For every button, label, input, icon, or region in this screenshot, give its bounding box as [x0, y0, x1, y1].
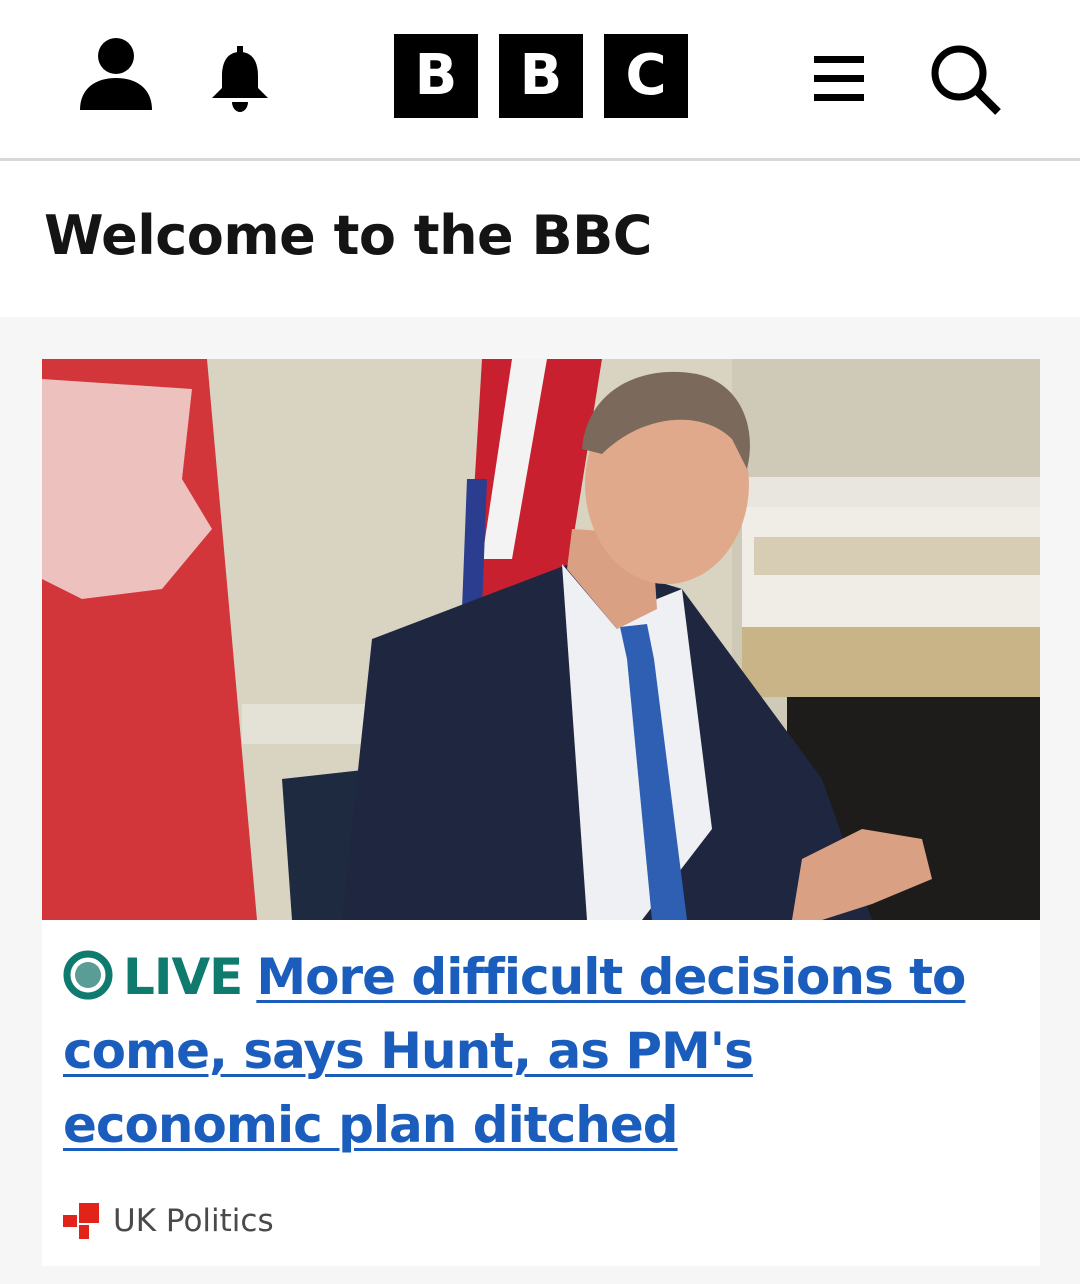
top-story-card[interactable]: LIVE More difficult decisions to come, sa… [42, 359, 1040, 1266]
logo-letter-b: B [394, 34, 478, 118]
topic-tag[interactable]: UK Politics [63, 1199, 274, 1243]
bell-icon [204, 42, 276, 114]
logo-letter-b: B [499, 34, 583, 118]
bbc-logo[interactable]: B B C [394, 34, 688, 118]
menu-button[interactable] [808, 48, 870, 110]
search-icon [926, 40, 1006, 120]
story-headline: LIVE More difficult decisions to come, sa… [63, 940, 1013, 1162]
topic-label: UK Politics [113, 1203, 274, 1239]
logo-letter-c: C [604, 34, 688, 118]
account-icon [76, 34, 156, 114]
live-icon [63, 950, 113, 1000]
notifications-button[interactable] [204, 42, 276, 114]
page-title: Welcome to the BBC [44, 204, 652, 267]
account-button[interactable] [76, 34, 156, 114]
top-navigation-bar: B B C [0, 0, 1080, 161]
story-image[interactable] [42, 359, 1040, 920]
hamburger-menu-icon [808, 48, 870, 110]
topic-icon [63, 1203, 99, 1239]
search-button[interactable] [926, 40, 1006, 120]
live-label: LIVE [123, 948, 243, 1006]
